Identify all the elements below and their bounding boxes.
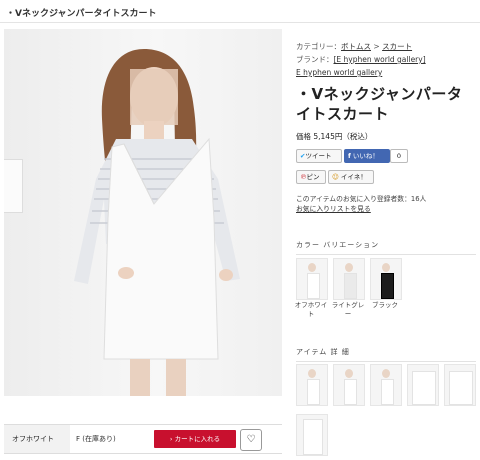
iine-button[interactable]: ☺ イイネ！ bbox=[328, 170, 374, 184]
model-figure bbox=[74, 49, 240, 396]
cart-row-size: F (在庫あり) bbox=[76, 435, 116, 443]
item-details-heading: アイテム 詳 細 bbox=[296, 347, 476, 362]
divider bbox=[0, 22, 480, 23]
detail-thumb[interactable] bbox=[407, 364, 439, 406]
social-buttons: ✔ツイート f いいね！ 0 bbox=[296, 149, 476, 163]
category-link-bottoms[interactable]: ボトムス bbox=[341, 42, 371, 51]
social-buttons-2: ℗ピン ☺ イイネ！ bbox=[296, 170, 476, 184]
brand-link[interactable]: [E hyphen world gallery] bbox=[334, 55, 426, 64]
color-thumb-black[interactable] bbox=[370, 258, 402, 300]
cart-row: オフホワイト F (在庫あり) › カートに入れる ♡ bbox=[4, 424, 282, 454]
product-title: ・Vネックジャンパータイトスカート bbox=[296, 85, 463, 123]
detail-thumb[interactable] bbox=[370, 364, 402, 406]
heart-icon[interactable]: ♡ bbox=[240, 429, 262, 451]
color-label: オフホワイト bbox=[294, 301, 328, 318]
brand-link-2[interactable]: E hyphen world gallery bbox=[296, 68, 382, 77]
cart-row-color: オフホワイト bbox=[4, 425, 70, 453]
category-line: カテゴリー：ボトムス > スカート bbox=[296, 42, 413, 51]
color-thumb-lightgray[interactable] bbox=[333, 258, 365, 300]
product-price: 価格 5,145円（税込） bbox=[296, 132, 373, 141]
color-variation-heading: カラー バリエーション bbox=[296, 240, 476, 255]
brand-line: ブランド：[E hyphen world gallery] bbox=[296, 55, 426, 64]
detail-thumb[interactable] bbox=[296, 414, 328, 456]
detail-thumb[interactable] bbox=[444, 364, 476, 406]
facebook-like-button[interactable]: f いいね！ bbox=[344, 149, 390, 163]
tweet-button[interactable]: ✔ツイート bbox=[296, 149, 342, 163]
chevron-right-icon: › bbox=[169, 435, 173, 443]
facebook-icon: f bbox=[348, 152, 351, 160]
product-info: カテゴリー：ボトムス > スカート ブランド：[E hyphen world g… bbox=[296, 40, 476, 214]
favorite-list-link[interactable]: お気に入りリストを見る bbox=[296, 205, 371, 213]
color-thumb-offwhite[interactable] bbox=[296, 258, 328, 300]
page-title: ・Vネックジャンパータイトスカート bbox=[6, 9, 157, 19]
detail-thumb[interactable] bbox=[296, 364, 328, 406]
product-main-image[interactable] bbox=[4, 29, 282, 396]
add-to-cart-button[interactable]: › カートに入れる bbox=[154, 430, 236, 448]
detail-thumb[interactable] bbox=[333, 364, 365, 406]
like-count: 0 bbox=[390, 149, 408, 163]
color-label: ブラック bbox=[372, 301, 398, 309]
color-label: ライトグレー bbox=[331, 301, 365, 318]
smile-icon: ☺ bbox=[332, 173, 339, 181]
pin-button[interactable]: ℗ピン bbox=[296, 170, 326, 184]
favorite-count: このアイテムのお気に入り登録者数：16人 bbox=[296, 195, 427, 203]
category-link-skirt[interactable]: スカート bbox=[382, 42, 412, 51]
